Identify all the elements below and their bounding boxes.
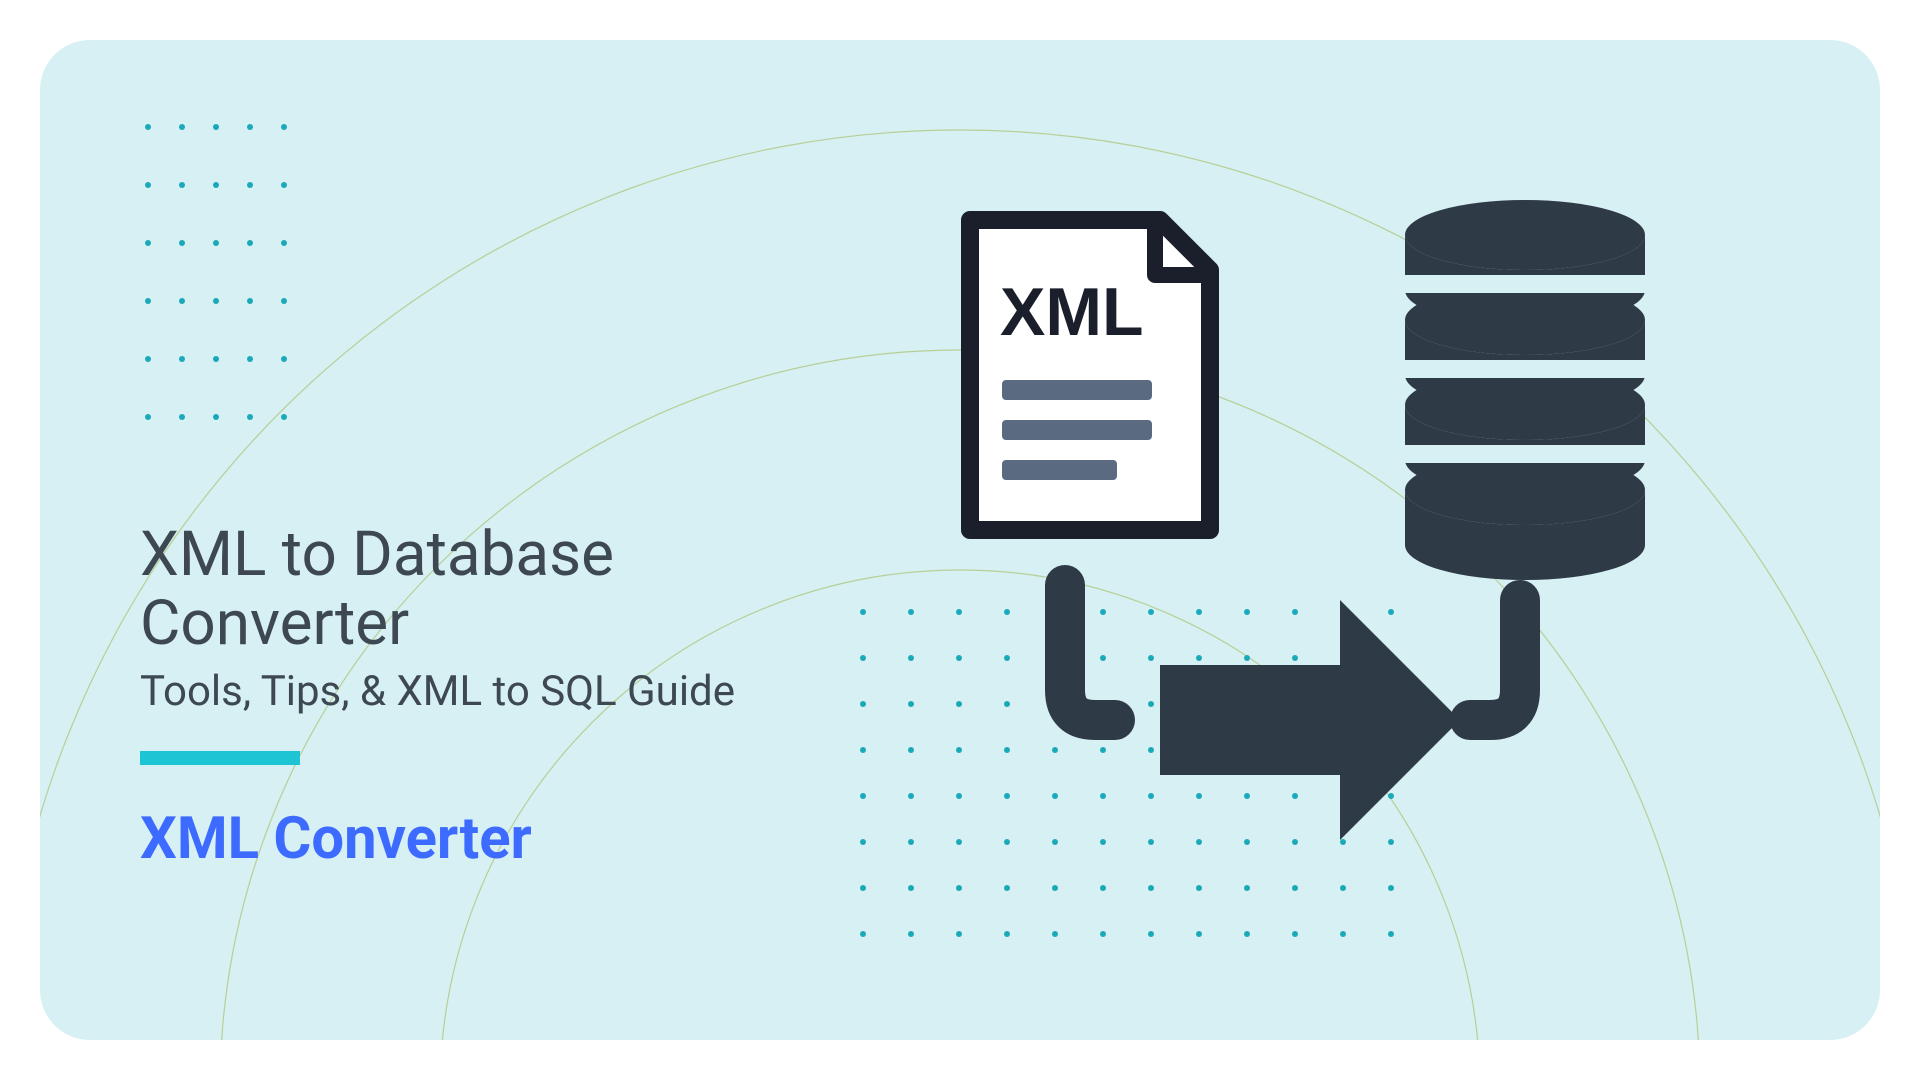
arrow-right-icon — [1160, 600, 1460, 840]
accent-bar — [140, 751, 300, 765]
page-subtitle: Tools, Tips, & XML to SQL Guide — [140, 667, 735, 716]
database-icon — [1400, 200, 1650, 580]
page-title: XML to Database Converter — [140, 520, 735, 659]
decorative-dots-top-left — [145, 115, 315, 463]
xml-file-icon: XML — [970, 218, 1212, 530]
brand-label: XML Converter — [140, 805, 735, 873]
conversion-illustration: XML — [930, 200, 1670, 900]
hero-card: XML to Database Converter Tools, Tips, &… — [40, 40, 1880, 1040]
text-block: XML to Database Converter Tools, Tips, &… — [140, 520, 735, 873]
connector-right-icon — [1470, 600, 1520, 720]
connector-left-icon — [1065, 585, 1115, 720]
xml-file-label: XML — [1000, 274, 1144, 350]
